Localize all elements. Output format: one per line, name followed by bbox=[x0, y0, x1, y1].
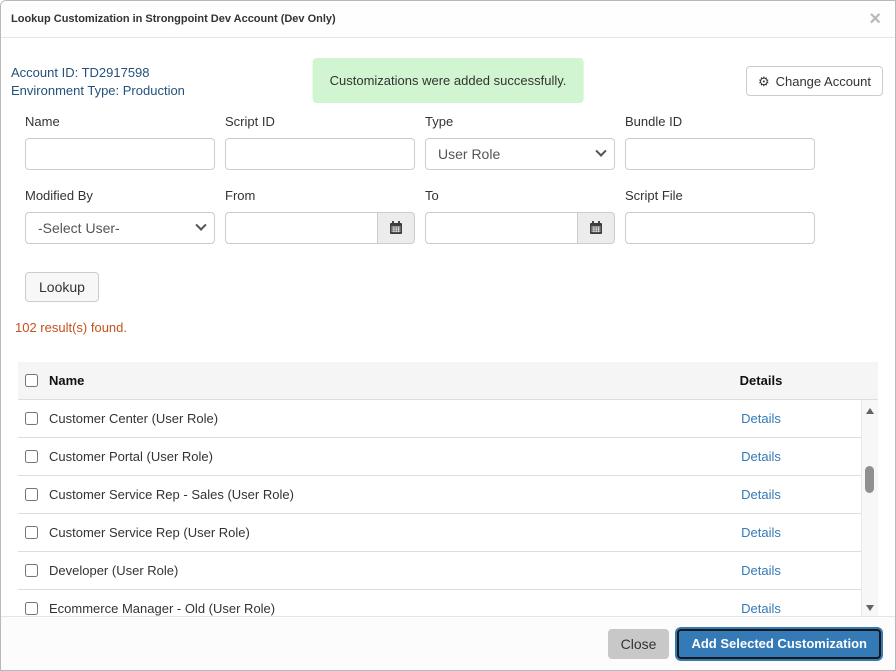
modal-header: Lookup Customization in Strongpoint Dev … bbox=[1, 1, 895, 38]
details-link[interactable]: Details bbox=[741, 601, 781, 616]
row-checkbox[interactable] bbox=[25, 450, 38, 463]
to-calendar-button[interactable] bbox=[578, 212, 615, 244]
field-to: To bbox=[425, 188, 615, 244]
table-header-row: Name Details bbox=[18, 362, 878, 400]
row-name: Ecommerce Manager - Old (User Role) bbox=[49, 601, 661, 616]
table-row: Customer Service Rep (User Role) Details bbox=[18, 514, 878, 552]
to-label: To bbox=[425, 188, 615, 203]
details-link[interactable]: Details bbox=[741, 525, 781, 540]
modified-by-select[interactable]: -Select User- bbox=[25, 212, 215, 244]
row-checkbox[interactable] bbox=[25, 488, 38, 501]
modified-by-select-value: -Select User- bbox=[38, 220, 120, 236]
field-script-id: Script ID bbox=[225, 114, 415, 170]
name-input[interactable] bbox=[25, 138, 215, 170]
bundle-id-input[interactable] bbox=[625, 138, 815, 170]
field-modified-by: Modified By -Select User- bbox=[25, 188, 215, 244]
add-selected-customization-button[interactable]: Add Selected Customization bbox=[677, 629, 881, 659]
account-id-text: Account ID: TD2917598 bbox=[11, 64, 185, 82]
row-name: Customer Service Rep - Sales (User Role) bbox=[49, 487, 661, 502]
row-checkbox[interactable] bbox=[25, 564, 38, 577]
change-account-button[interactable]: ⚙ Change Account bbox=[746, 66, 883, 96]
name-column-header: Name bbox=[49, 373, 661, 388]
from-label: From bbox=[225, 188, 415, 203]
script-id-label: Script ID bbox=[225, 114, 415, 129]
modal-body: Customizations were added successfully. … bbox=[1, 38, 895, 618]
table-body: Customer Center (User Role) Details Cust… bbox=[18, 400, 878, 618]
gear-icon: ⚙ bbox=[758, 75, 770, 88]
details-link[interactable]: Details bbox=[741, 449, 781, 464]
change-account-label: Change Account bbox=[776, 74, 871, 89]
to-date-input[interactable] bbox=[425, 212, 578, 244]
table-row: Customer Service Rep - Sales (User Role)… bbox=[18, 476, 878, 514]
row-name: Developer (User Role) bbox=[49, 563, 661, 578]
environment-type-text: Environment Type: Production bbox=[11, 82, 185, 100]
details-link[interactable]: Details bbox=[741, 563, 781, 578]
chevron-down-icon bbox=[195, 220, 206, 231]
select-all-checkbox[interactable] bbox=[25, 374, 38, 387]
vertical-scrollbar[interactable] bbox=[861, 400, 878, 618]
table-row: Customer Portal (User Role) Details bbox=[18, 438, 878, 476]
scroll-down-icon[interactable] bbox=[866, 605, 874, 611]
table-row: Customer Center (User Role) Details bbox=[18, 400, 878, 438]
from-date-input[interactable] bbox=[225, 212, 378, 244]
modified-by-label: Modified By bbox=[25, 188, 215, 203]
row-checkbox[interactable] bbox=[25, 412, 38, 425]
field-type: Type User Role bbox=[425, 114, 615, 170]
lookup-customization-modal: Lookup Customization in Strongpoint Dev … bbox=[0, 0, 896, 671]
name-label: Name bbox=[25, 114, 215, 129]
from-calendar-button[interactable] bbox=[378, 212, 415, 244]
close-button[interactable]: Close bbox=[608, 629, 670, 659]
type-select[interactable]: User Role bbox=[425, 138, 615, 170]
field-name: Name bbox=[25, 114, 215, 170]
results-count-text: 102 result(s) found. bbox=[15, 321, 883, 335]
bundle-id-label: Bundle ID bbox=[625, 114, 815, 129]
details-column-header: Details bbox=[661, 373, 861, 388]
table-row: Developer (User Role) Details bbox=[18, 552, 878, 590]
calendar-icon bbox=[589, 221, 603, 235]
close-icon[interactable]: × bbox=[869, 9, 881, 29]
modal-title: Lookup Customization in Strongpoint Dev … bbox=[11, 13, 336, 25]
field-script-file: Script File bbox=[625, 188, 815, 244]
row-checkbox[interactable] bbox=[25, 526, 38, 539]
type-label: Type bbox=[425, 114, 615, 129]
results-table: Name Details Customer Center (User Role)… bbox=[18, 362, 878, 618]
row-name: Customer Portal (User Role) bbox=[49, 449, 661, 464]
chevron-down-icon bbox=[595, 146, 606, 157]
script-id-input[interactable] bbox=[225, 138, 415, 170]
field-bundle-id: Bundle ID bbox=[625, 114, 815, 170]
row-checkbox[interactable] bbox=[25, 602, 38, 615]
success-alert: Customizations were added successfully. bbox=[313, 58, 584, 103]
table-row: Ecommerce Manager - Old (User Role) Deta… bbox=[18, 590, 878, 618]
details-link[interactable]: Details bbox=[741, 411, 781, 426]
row-name: Customer Service Rep (User Role) bbox=[49, 525, 661, 540]
account-info: Account ID: TD2917598 Environment Type: … bbox=[11, 64, 185, 100]
calendar-icon bbox=[389, 221, 403, 235]
modal-footer: Close Add Selected Customization bbox=[1, 616, 895, 670]
scrollbar-thumb[interactable] bbox=[865, 466, 874, 493]
script-file-input[interactable] bbox=[625, 212, 815, 244]
lookup-button[interactable]: Lookup bbox=[25, 272, 99, 302]
field-from: From bbox=[225, 188, 415, 244]
scroll-up-icon[interactable] bbox=[866, 408, 874, 414]
lookup-form: Name Script ID Type User Role Bundle ID bbox=[25, 114, 883, 244]
details-link[interactable]: Details bbox=[741, 487, 781, 502]
row-name: Customer Center (User Role) bbox=[49, 411, 661, 426]
script-file-label: Script File bbox=[625, 188, 815, 203]
type-select-value: User Role bbox=[438, 146, 500, 162]
